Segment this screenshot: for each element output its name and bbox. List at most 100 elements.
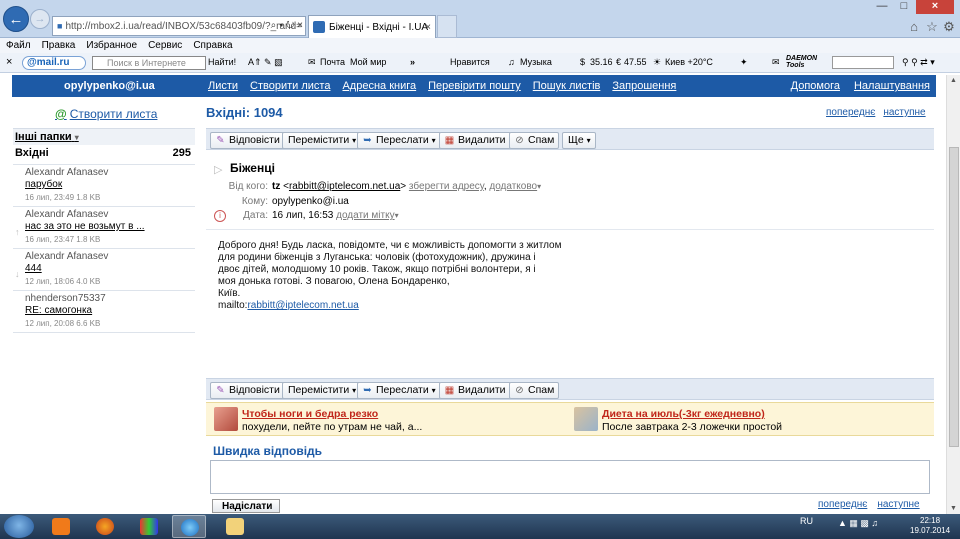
web-search-input[interactable]: Поиск в Интернете [92, 56, 206, 70]
mailru-logo[interactable]: @mail.ru [22, 56, 86, 70]
menu-edit[interactable]: Правка [42, 40, 76, 51]
subject-link[interactable]: нас за это не возьмут в ... [25, 221, 191, 232]
myworld-link[interactable]: Мой мир [350, 57, 386, 67]
reply-button[interactable]: ✎ Відповісти [210, 132, 285, 149]
back-button[interactable]: ← [3, 6, 29, 32]
help-link[interactable]: Допомога [791, 80, 840, 92]
from-email[interactable]: rabbitt@iptelecom.net.ua [289, 181, 400, 192]
new-tab-button[interactable] [437, 15, 457, 38]
explorer-folder-icon[interactable] [218, 515, 252, 538]
account-name[interactable]: opylypenko@i.ua [64, 80, 155, 92]
web-search-button[interactable]: Найти! [208, 57, 236, 67]
search-icon[interactable]: ⌕ ▾ ↻ × [271, 20, 303, 31]
reply-button[interactable]: ✎ Відповісти [210, 382, 285, 399]
send-button[interactable]: Надіслати [212, 499, 280, 513]
maximize-button[interactable]: □ [894, 0, 914, 14]
subject-link[interactable]: RE: самогонка [25, 305, 191, 316]
menu-file[interactable]: Файл [6, 40, 31, 51]
quick-reply-textarea[interactable] [210, 460, 930, 494]
tools-icons[interactable]: ⚲ ⚲ ⇄ ▾ [902, 57, 935, 68]
toolbar-close-icon[interactable]: × [6, 56, 12, 68]
scroll-down-icon[interactable]: ▼ [950, 505, 957, 512]
more-button[interactable]: Ще ▾ [562, 132, 596, 149]
browser-titlebar: ← → ■ http://mbox2.i.ua/read/INBOX/53c68… [0, 0, 960, 38]
scroll-up-icon[interactable]: ▲ [950, 77, 957, 84]
additionally-link[interactable]: додатково [489, 181, 537, 192]
mailto-link[interactable]: rabbitt@iptelecom.net.ua [247, 300, 358, 311]
scrollbar[interactable]: ▲ ▼ [946, 75, 960, 514]
prev-link[interactable]: попереднє [818, 499, 867, 510]
close-window-button[interactable]: × [916, 0, 954, 14]
compose-link[interactable]: @ Створити листа [55, 107, 157, 121]
move-button[interactable]: Перемістити ▾ [282, 132, 362, 149]
internet-explorer-icon[interactable] [172, 515, 206, 538]
nav-search[interactable]: Пошук листів [533, 80, 601, 92]
other-folders-toggle[interactable]: Інші папки ▾ [13, 128, 195, 145]
delete-button[interactable]: ▦ Видалити [439, 382, 511, 399]
daemon-search-input[interactable] [832, 56, 894, 69]
list-item[interactable]: nhenderson75337 RE: самогонка 12 лип, 20… [13, 290, 195, 334]
ad-title[interactable]: Чтобы ноги и бедра резко [242, 408, 378, 420]
firefox-icon[interactable] [88, 515, 122, 538]
add-tag-link[interactable]: додати мітку [336, 210, 394, 221]
weather[interactable]: Киев +20°C [665, 57, 713, 67]
minimize-button[interactable]: — [872, 0, 892, 14]
list-item[interactable]: Alexandr Afanasev парубок 16 лип, 23:49 … [13, 164, 195, 208]
eur-rate[interactable]: 47.55 [624, 57, 647, 67]
nav-letters[interactable]: Листи [208, 80, 238, 92]
subject-link[interactable]: парубок [25, 179, 191, 190]
save-address-link[interactable]: зберегти адресу [409, 181, 484, 192]
menu-favorites[interactable]: Избранное [86, 40, 137, 51]
browser-tab[interactable]: Біженці - Вхідні - I.UA × [308, 15, 436, 38]
ad-desc: похудели, пейте по утрам не чай, а... [242, 421, 423, 433]
clock[interactable]: 22:18 19.07.2014 [910, 516, 950, 536]
subject-link[interactable]: 444 [25, 263, 191, 274]
spam-button[interactable]: ⊘ Спам [509, 382, 560, 399]
scroll-thumb[interactable] [949, 147, 959, 447]
daemon-tools-logo[interactable]: DAEMON Tools [786, 55, 820, 69]
tray-icons[interactable]: ▲ ▦ ▩ ♫ [838, 518, 878, 529]
forward-button[interactable]: ➥ Переслати ▾ [357, 132, 441, 149]
start-button[interactable] [4, 515, 34, 538]
media-player-icon[interactable] [44, 515, 78, 538]
more-chevron-icon[interactable]: » [410, 57, 415, 67]
spam-button[interactable]: ⊘ Спам [509, 132, 560, 149]
nav-compose[interactable]: Створити листа [250, 80, 330, 92]
forward-button[interactable]: → [30, 9, 50, 29]
menu-tools[interactable]: Сервис [148, 40, 182, 51]
flag-icon[interactable]: ▷ [214, 163, 222, 176]
next-link[interactable]: наступне [877, 499, 919, 510]
nav-check-mail[interactable]: Перевірити пошту [428, 80, 521, 92]
language-indicator[interactable]: RU [800, 516, 813, 526]
close-tab-icon[interactable]: × [425, 22, 431, 33]
folder-inbox[interactable]: Вхідні 295 [13, 147, 195, 163]
gear-icon[interactable]: ⚙ [942, 20, 956, 34]
address-bar[interactable]: ■ http://mbox2.i.ua/read/INBOX/53c68403f… [52, 16, 306, 36]
body-line: двоє дітей, молодшому 10 років. Також, я… [218, 264, 536, 275]
ad-desc: После завтрака 2-3 ложечки простой [602, 421, 783, 433]
nav-address-book[interactable]: Адресна книга [342, 80, 416, 92]
email-icon[interactable]: ✉ [772, 57, 780, 68]
delete-button[interactable]: ▦ Видалити [439, 132, 511, 149]
pin-icon[interactable]: ✦ [740, 57, 748, 68]
forward-button[interactable]: ➥ Переслати ▾ [357, 382, 441, 399]
nav-invites[interactable]: Запрошення [612, 80, 676, 92]
menu-help[interactable]: Справка [193, 40, 232, 51]
settings-link[interactable]: Налаштування [854, 80, 930, 92]
home-icon[interactable]: ⌂ [907, 20, 921, 34]
mail-icon[interactable]: ✉ [308, 57, 316, 68]
favorites-star-icon[interactable]: ☆ [925, 20, 939, 34]
font-icon[interactable]: A⇑ ✎ ▧ [248, 57, 283, 68]
usd-rate[interactable]: 35.16 [590, 57, 613, 67]
like-button[interactable]: Нравится [450, 57, 490, 67]
folder-inbox-label: Вхідні [15, 147, 49, 159]
ad-title[interactable]: Диета на июль(-3кг ежедневно) [602, 408, 765, 420]
mail-link[interactable]: Почта [320, 57, 345, 67]
list-item[interactable]: ↑ Alexandr Afanasev нас за это не возьму… [13, 206, 195, 250]
list-item[interactable]: ↓ Alexandr Afanasev 444 12 лип, 18:06 4.… [13, 248, 195, 292]
music-button[interactable]: Музыка [520, 57, 552, 67]
next-link[interactable]: наступне [883, 107, 925, 118]
prev-link[interactable]: попереднє [826, 107, 875, 118]
app-icon[interactable] [132, 515, 166, 538]
move-button[interactable]: Перемістити ▾ [282, 382, 362, 399]
